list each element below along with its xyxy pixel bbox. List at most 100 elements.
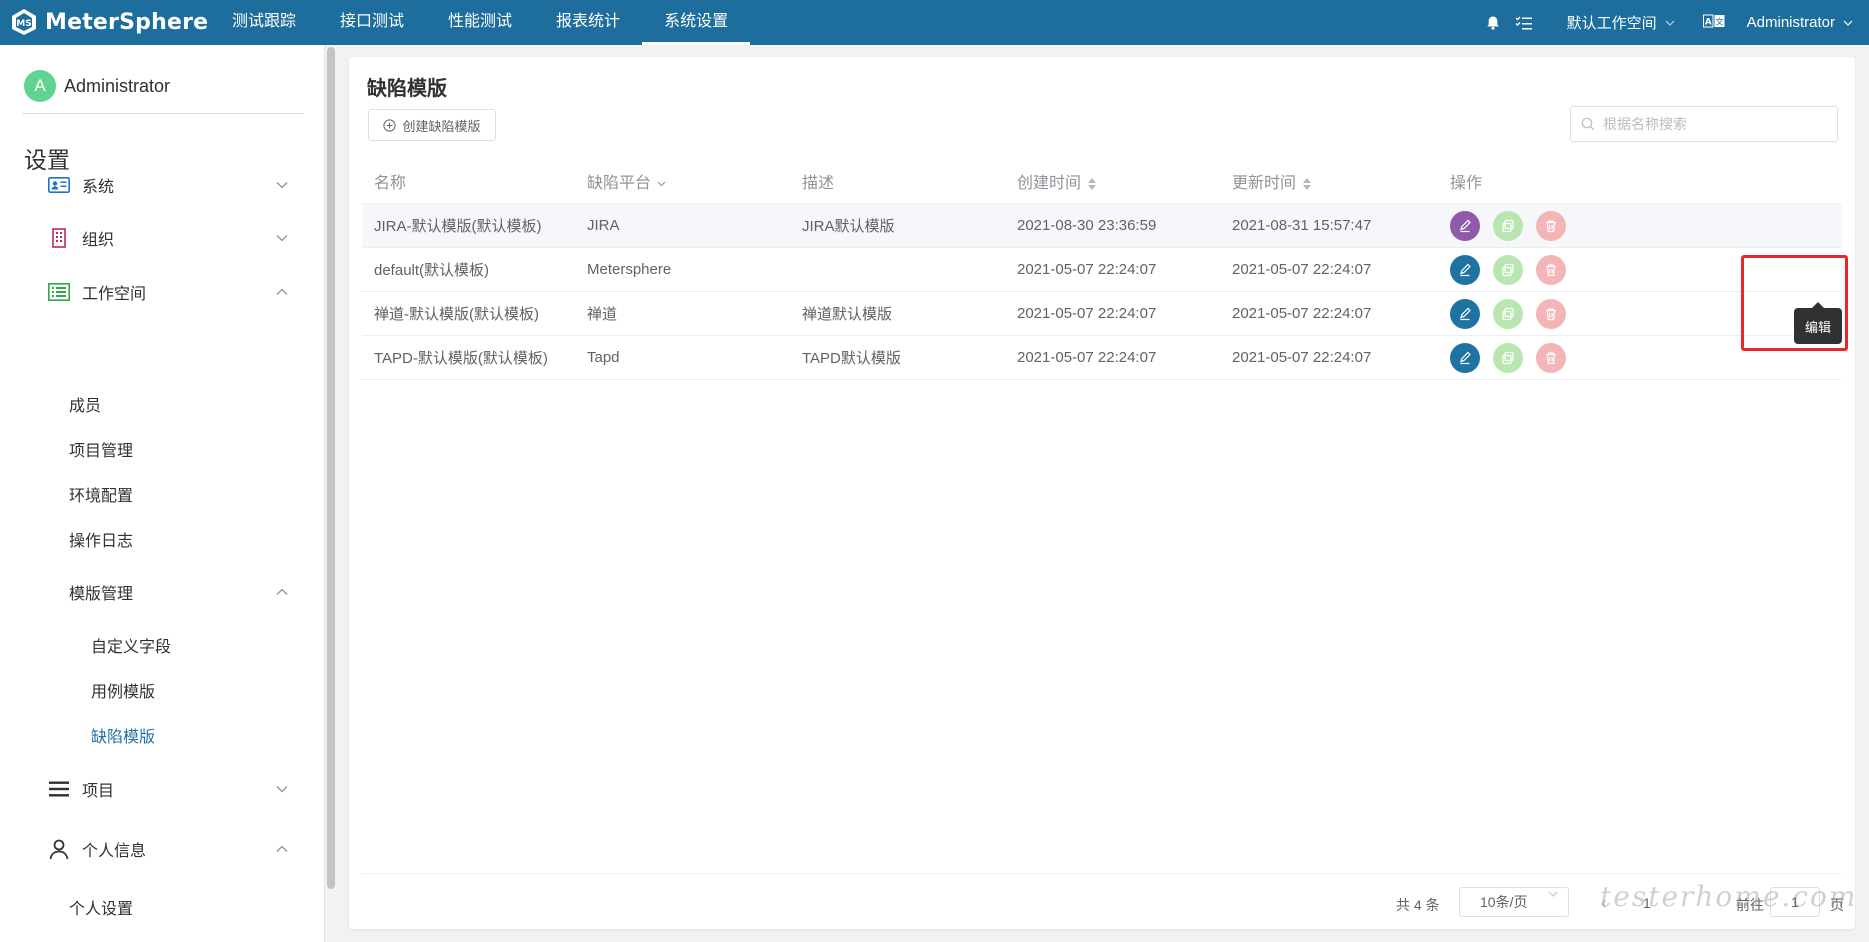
copy-icon — [1502, 263, 1514, 276]
sidebar-item-operation-log[interactable]: 操作日志 — [69, 527, 133, 551]
sidebar-item-members[interactable]: 成员 — [69, 392, 101, 416]
nav-performance-test[interactable]: 性能测试 — [426, 0, 534, 45]
table-row[interactable]: default(默认模板) Metersphere 2021-05-07 22:… — [362, 247, 1842, 292]
sidebar-item-projects[interactable]: 项目管理 — [69, 437, 133, 461]
sidebar-item-case-templates[interactable]: 用例模版 — [91, 678, 155, 702]
trash-icon — [1546, 219, 1556, 232]
delete-button[interactable] — [1536, 210, 1566, 241]
sort-icon[interactable] — [1302, 177, 1312, 191]
nav-report[interactable]: 报表统计 — [534, 0, 642, 45]
copy-button[interactable] — [1493, 342, 1523, 373]
cell-updated: 2021-08-31 15:57:47 — [1220, 203, 1438, 248]
cell-created: 2021-05-07 22:24:07 — [1005, 335, 1220, 380]
sidebar-group-label: 项目 — [82, 783, 115, 800]
edit-icon — [1460, 263, 1471, 276]
table-header-row: 名称 缺陷平台 描述 创建时间 更新时间 操作 — [362, 159, 1842, 204]
nav-test-tracking[interactable]: 测试跟踪 — [210, 0, 318, 45]
sidebar-item-defect-templates[interactable]: 缺陷模版 — [91, 723, 155, 747]
bell-icon[interactable] — [1485, 15, 1501, 31]
divider — [362, 873, 1842, 874]
cell-description — [790, 247, 1005, 292]
cell-created: 2021-05-07 22:24:07 — [1005, 291, 1220, 336]
workspace-switcher[interactable]: 默认工作空间 — [1567, 12, 1675, 33]
edit-tooltip: 编辑 — [1794, 302, 1842, 344]
cell-platform: Tapd — [575, 335, 790, 380]
page-size-select[interactable]: 10条/页 — [1459, 887, 1569, 917]
cell-updated: 2021-05-07 22:24:07 — [1220, 247, 1438, 292]
column-header-updated[interactable]: 更新时间 — [1220, 159, 1438, 204]
sidebar-group-personal-info[interactable]: 个人信息 — [48, 837, 288, 861]
edit-icon — [1460, 219, 1471, 232]
filter-chevron-icon[interactable] — [657, 181, 666, 187]
copy-button[interactable] — [1493, 210, 1523, 241]
logo[interactable]: MS MeterSphere — [10, 7, 208, 37]
search-box[interactable] — [1570, 106, 1838, 142]
sidebar-group-project[interactable]: 项目 — [48, 777, 288, 801]
chevron-up-icon — [276, 588, 288, 595]
delete-button[interactable] — [1536, 298, 1566, 329]
sidebar-item-personal-settings[interactable]: 个人设置 — [69, 895, 133, 919]
cell-description: JIRA默认模版 — [790, 203, 1005, 248]
sidebar-group-organization[interactable]: 组织 — [48, 226, 288, 250]
edit-button[interactable] — [1450, 254, 1480, 285]
create-template-button[interactable]: 创建缺陷模版 — [368, 109, 496, 141]
search-icon — [1581, 117, 1595, 131]
column-header-created[interactable]: 创建时间 — [1005, 159, 1220, 204]
sort-icon[interactable] — [1087, 177, 1097, 191]
edit-icon — [1460, 351, 1471, 364]
template-table: 名称 缺陷平台 描述 创建时间 更新时间 操作 JIRA-默认模版(默认模板) … — [362, 159, 1842, 380]
table-row[interactable]: TAPD-默认模版(默认模板) Tapd TAPD默认模版 2021-05-07… — [362, 335, 1842, 380]
sidebar-group-label: 个人信息 — [82, 843, 147, 860]
divider — [22, 113, 304, 114]
main-card: 缺陷模版 创建缺陷模版 名称 缺陷平台 描述 创建时间 更新时间 操作 J — [349, 57, 1855, 929]
table-row[interactable]: 禅道-默认模版(默认模板) 禅道 禅道默认模版 2021-05-07 22:24… — [362, 291, 1842, 336]
app-name: MeterSphere — [45, 9, 209, 35]
menu-icon — [49, 781, 69, 797]
user-menu[interactable]: Administrator — [1747, 14, 1853, 31]
sidebar-scrollbar[interactable] — [327, 45, 335, 893]
cell-actions — [1438, 203, 1842, 248]
sidebar-group-system[interactable]: 系统 — [48, 173, 288, 197]
settings-title: 设置 — [24, 147, 70, 173]
avatar: A — [24, 70, 56, 102]
sidebar-group-workspace[interactable]: 工作空间 — [48, 280, 288, 304]
user-icon — [49, 839, 69, 860]
copy-icon — [1502, 351, 1514, 364]
edit-button[interactable] — [1450, 342, 1480, 373]
column-header-actions: 操作 — [1438, 159, 1842, 204]
copy-button[interactable] — [1493, 298, 1523, 329]
nav-system-settings[interactable]: 系统设置 — [642, 0, 751, 45]
sidebar-user: A Administrator — [24, 70, 170, 102]
sidebar-group-label: 系统 — [82, 179, 115, 196]
trash-icon — [1546, 351, 1556, 364]
edit-button[interactable] — [1450, 298, 1480, 329]
svg-text:文: 文 — [1715, 16, 1723, 26]
sidebar-group-templates[interactable]: 模版管理 — [69, 580, 288, 604]
language-icon[interactable]: A文 — [1702, 14, 1725, 32]
delete-button[interactable] — [1536, 342, 1566, 373]
sidebar-group-label: 模版管理 — [69, 586, 134, 603]
chevron-down-icon — [1665, 20, 1675, 26]
edit-button[interactable] — [1450, 210, 1480, 241]
delete-button[interactable] — [1536, 254, 1566, 285]
cell-platform: JIRA — [575, 203, 790, 248]
table-row[interactable]: JIRA-默认模版(默认模板) JIRA JIRA默认模版 2021-08-30… — [362, 203, 1842, 248]
sidebar-item-custom-fields[interactable]: 自定义字段 — [91, 633, 171, 657]
scrollbar-thumb[interactable] — [327, 47, 335, 889]
cell-name: JIRA-默认模版(默认模板) — [362, 203, 575, 248]
copy-button[interactable] — [1493, 254, 1523, 285]
chevron-up-icon — [276, 845, 288, 852]
create-template-label: 创建缺陷模版 — [402, 118, 481, 134]
cell-platform: Metersphere — [575, 247, 790, 292]
chevron-down-icon — [276, 182, 288, 189]
cell-name: TAPD-默认模版(默认模板) — [362, 335, 575, 380]
sidebar-item-environments[interactable]: 环境配置 — [69, 482, 133, 506]
search-input[interactable] — [1601, 115, 1825, 133]
column-header-label: 创建时间 — [1017, 175, 1082, 192]
nav-api-test[interactable]: 接口测试 — [318, 0, 426, 45]
list-icon — [48, 283, 70, 301]
page-size-value: 10条/页 — [1480, 894, 1528, 910]
workspace-name: 默认工作空间 — [1566, 15, 1657, 32]
task-list-icon[interactable] — [1515, 15, 1533, 31]
column-header-platform[interactable]: 缺陷平台 — [575, 159, 790, 204]
